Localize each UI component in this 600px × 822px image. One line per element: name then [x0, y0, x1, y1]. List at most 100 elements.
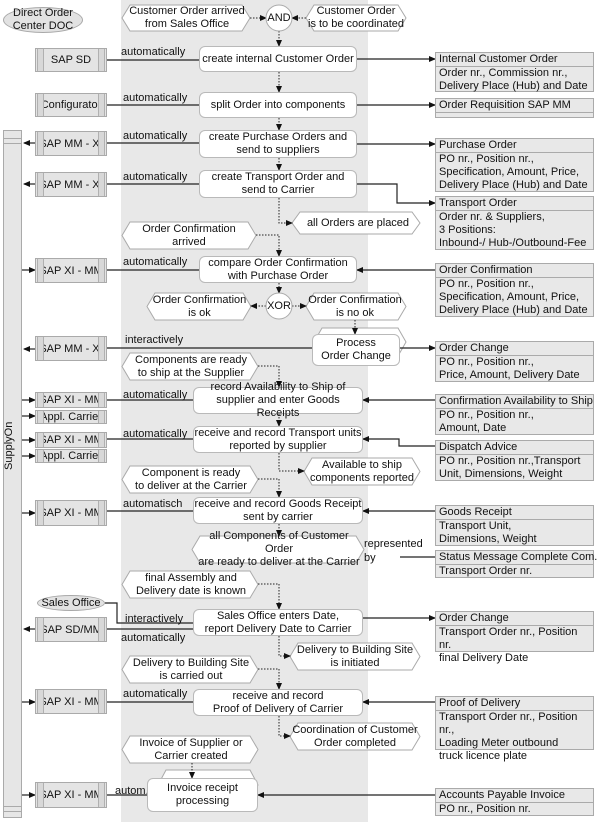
- info-transport-order: Transport Order Order nr. & Suppliers, 3…: [435, 196, 594, 250]
- event-customer-order-arrived: Customer Order arrived from Sales Office: [129, 5, 245, 30]
- event-all-components-ready: all Components of Customer Order are rea…: [198, 530, 360, 568]
- info-proof-of-delivery: Proof of Delivery Transport Order nr., P…: [435, 696, 594, 762]
- function-receive-transport-units[interactable]: receive and record Transport units repor…: [193, 426, 363, 453]
- label-automatically: automatically: [123, 171, 188, 183]
- info-body: Transport Order nr., Position nr., Loadi…: [439, 711, 578, 762]
- event-all-orders-placed: all Orders are placed: [306, 216, 410, 229]
- system-sap-xi-mm: SAP XI - MM: [35, 432, 107, 448]
- function-process-order-change[interactable]: Process Order Change: [312, 334, 400, 366]
- info-title: Confirmation Availability to Ship: [436, 395, 593, 409]
- org-direct-order-center: Direct Order Center DOC: [3, 7, 83, 33]
- info-purchase-order: Purchase Order PO nr., Position nr., Spe…: [435, 138, 594, 192]
- label-automatically: automatically: [123, 428, 188, 440]
- label-automatically: automatically: [123, 256, 188, 268]
- event-order-confirmation-ok: Order Confirmation is ok: [152, 293, 247, 319]
- label-automatisch: automatisch: [123, 498, 183, 510]
- system-sap-xi-mm: SAP XI - MM: [35, 782, 107, 808]
- event-components-ready-supplier: Components are ready to ship at the Supp…: [135, 353, 247, 379]
- connector-line: [278, 198, 293, 226]
- label-represented: represented: [364, 538, 423, 550]
- label-interactively: interactively: [125, 334, 184, 346]
- info-status-message: Status Message Complete Com. Transport O…: [435, 550, 597, 578]
- function-invoice-receipt-processing[interactable]: Invoice receipt processing: [147, 778, 258, 812]
- and-operator: AND: [267, 11, 291, 24]
- label-autom: autom.: [115, 785, 149, 797]
- info-order-confirmation: Order Confirmation PO nr., Position nr.,…: [435, 263, 594, 317]
- info-title: Order Change: [436, 342, 593, 356]
- info-body: Transport Order nr.: [439, 565, 533, 577]
- info-title: Order Change: [436, 612, 593, 626]
- org-sales-office: Sales Office: [37, 595, 105, 611]
- function-compare-order-confirmation[interactable]: compare Order Confirmation with Purchase…: [199, 256, 357, 283]
- label-automatically: automatically: [121, 632, 186, 644]
- function-receive-goods-receipt[interactable]: receive and record Goods Receipt sent by…: [193, 497, 363, 524]
- connector-line: [278, 453, 305, 474]
- system-sap-mm-xi: SAP MM - XI: [35, 336, 107, 361]
- info-body: PO nr., Position nr.,Transport Unit, Dim…: [439, 455, 581, 480]
- connector-line: [278, 716, 291, 739]
- info-title: Status Message Complete Com.: [436, 551, 597, 565]
- info-body: PO nr., Position nr., Specification, Amo…: [439, 278, 588, 316]
- function-record-availability[interactable]: record Availability to Ship of supplier …: [193, 381, 363, 419]
- label-automatically: automatically: [123, 688, 188, 700]
- info-title: Internal Customer Order: [436, 53, 593, 67]
- function-sales-office-enters-date[interactable]: Sales Office enters Date, report Deliver…: [193, 609, 363, 636]
- system-appl-carrier: Appl. Carrier: [35, 449, 107, 463]
- epc-process-diagram: SupplyOn Direct Order Center DOC Sales O…: [0, 0, 600, 822]
- system-sap-mm-xi: SAP MM - XI: [35, 172, 107, 197]
- info-body: PO nr., Position nr., Amount, Date: [439, 409, 534, 434]
- function-receive-proof-of-delivery[interactable]: receive and record Proof of Delivery of …: [193, 689, 363, 716]
- info-body: Order nr., Commission nr., Delivery Plac…: [439, 67, 588, 92]
- event-delivery-carried-out: Delivery to Building Site is carried out: [132, 656, 250, 682]
- connector-line: [278, 636, 291, 659]
- event-invoice-created: Invoice of Supplier or Carrier created: [139, 736, 243, 762]
- info-title: Accounts Payable Invoice: [436, 789, 593, 803]
- info-title: Purchase Order: [436, 139, 593, 153]
- function-split-order[interactable]: split Order into components: [199, 92, 357, 118]
- event-order-confirmation-not-ok: Order Confirmation is no ok: [308, 293, 402, 319]
- info-title: Dispatch Advice: [436, 441, 593, 455]
- info-dispatch-advice: Dispatch Advice PO nr., Position nr.,Tra…: [435, 440, 594, 481]
- event-component-ready-carrier: Component is ready to deliver at the Car…: [135, 466, 247, 492]
- info-title: Goods Receipt: [436, 506, 593, 520]
- system-appl-carrier: Appl. Carrier: [35, 410, 107, 424]
- info-title: Order Confirmation: [436, 264, 593, 278]
- label-automatically: automatically: [121, 46, 186, 58]
- connector-line: [258, 478, 282, 498]
- system-sap-sd-mm: SAP SD/MM: [35, 617, 107, 642]
- system-sap-xi-mm: SAP XI - MM: [35, 258, 107, 283]
- system-sap-mm-xi: SAP MM - XI: [35, 131, 107, 156]
- info-body: PO nr., Position nr., Specification, Amo…: [439, 153, 588, 191]
- system-sap-sd: SAP SD: [35, 48, 107, 72]
- function-create-internal-customer-order[interactable]: create internal Customer Order: [199, 46, 357, 72]
- info-title: Order Requisition SAP MM: [436, 99, 593, 113]
- info-confirmation-availability: Confirmation Availability to Ship PO nr.…: [435, 394, 594, 435]
- connector-line: [256, 234, 282, 257]
- event-order-confirmation-arrived: Order Confirmation arrived: [142, 222, 236, 248]
- event-final-assembly-date-known: final Assembly and Delivery date is know…: [135, 571, 247, 597]
- label-by: by: [364, 552, 376, 564]
- label-interactively: interactively: [125, 613, 184, 625]
- info-goods-receipt: Goods Receipt Transport Unit, Dimensions…: [435, 505, 594, 546]
- label-automatically: automatically: [123, 389, 188, 401]
- system-sap-xi-mm: SAP XI - MM: [35, 500, 107, 526]
- info-order-change: Order Change PO nr., Position nr., Price…: [435, 341, 594, 382]
- connector-line: [357, 183, 436, 206]
- connector-line: [362, 436, 435, 447]
- function-create-purchase-orders[interactable]: create Purchase Orders and send to suppl…: [199, 130, 357, 158]
- function-create-transport-order[interactable]: create Transport Order and send to Carri…: [199, 170, 357, 198]
- info-order-requisition: Order Requisition SAP MM: [435, 98, 594, 118]
- info-body: Transport Order nr., Position nr. final …: [439, 626, 578, 664]
- info-title: Proof of Delivery: [436, 697, 593, 711]
- xor-operator: XOR: [267, 299, 291, 312]
- connector-line: [258, 583, 282, 610]
- system-sap-xi-mm: SAP XI - MM: [35, 689, 107, 714]
- system-sap-xi-mm: SAP XI - MM: [35, 392, 107, 408]
- info-body: PO nr., Position nr.: [439, 803, 531, 815]
- event-coordination-completed: Coordination of Customer Order completed: [292, 723, 418, 749]
- info-accounts-payable-invoice: Accounts Payable Invoice PO nr., Positio…: [435, 788, 594, 816]
- system-configurator: Configurator: [35, 93, 107, 117]
- info-title: Transport Order: [436, 197, 593, 211]
- info-body: Transport Unit, Dimensions, Weight: [439, 520, 537, 545]
- event-available-to-ship: Available to ship components reported: [310, 458, 414, 484]
